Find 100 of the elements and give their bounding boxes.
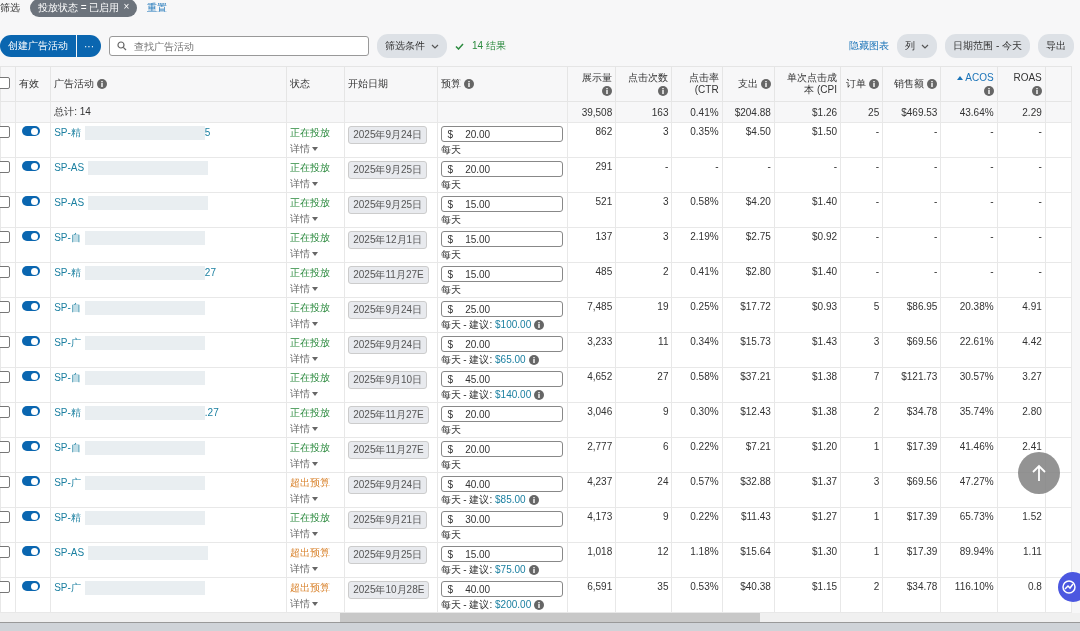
row-checkbox[interactable] [0, 441, 10, 453]
row-checkbox[interactable] [0, 406, 10, 418]
enabled-toggle[interactable] [22, 441, 41, 451]
suggested-budget-link[interactable]: $100.00 [495, 319, 532, 330]
budget-period: 每天 - 建议: [440, 354, 493, 365]
column-header[interactable]: 销售额 [894, 78, 925, 91]
budget-field[interactable]: $ 20.00 [440, 406, 563, 422]
campaign-link[interactable]: SP-自 [54, 372, 81, 383]
row-checkbox[interactable] [0, 581, 10, 593]
campaign-link[interactable]: 5 [204, 127, 211, 138]
export-button[interactable]: 导出 [1038, 34, 1074, 58]
enabled-toggle[interactable] [22, 161, 41, 171]
budget-field[interactable]: $ 15.00 [440, 266, 563, 282]
details-dropdown[interactable]: 详情 [290, 142, 311, 156]
details-dropdown[interactable]: 详情 [290, 597, 311, 611]
row-checkbox[interactable] [0, 301, 10, 313]
details-dropdown[interactable]: 详情 [290, 562, 311, 576]
filter-dropdown[interactable]: 筛选条件 [377, 34, 447, 58]
campaign-link[interactable]: SP-广 [54, 582, 81, 593]
enabled-toggle[interactable] [22, 231, 41, 241]
enabled-toggle[interactable] [22, 511, 41, 521]
details-dropdown[interactable]: 详情 [290, 422, 311, 436]
enabled-toggle[interactable] [22, 581, 41, 591]
details-dropdown[interactable]: 详情 [290, 317, 311, 331]
row-checkbox[interactable] [0, 161, 10, 173]
details-dropdown[interactable]: 详情 [290, 247, 311, 261]
enabled-toggle[interactable] [22, 301, 41, 311]
details-dropdown[interactable]: 详情 [290, 282, 311, 296]
suggested-budget-link[interactable]: $65.00 [495, 354, 526, 365]
row-checkbox[interactable] [0, 511, 10, 523]
budget-field[interactable]: $ 45.00 [440, 371, 563, 387]
campaign-link[interactable]: SP-AS [54, 196, 85, 208]
row-checkbox[interactable] [0, 266, 10, 278]
column-header[interactable]: 支出 [737, 78, 758, 91]
budget-field[interactable]: $ 20.00 [440, 161, 563, 177]
campaign-link[interactable]: .27 [204, 407, 219, 418]
campaign-link[interactable]: SP-自 [54, 232, 81, 243]
details-dropdown[interactable]: 详情 [290, 527, 311, 541]
budget-field[interactable]: $ 15.00 [440, 196, 563, 212]
row-checkbox[interactable] [0, 546, 10, 558]
campaign-link[interactable]: SP-精 [54, 407, 81, 418]
campaign-link[interactable]: SP-广 [54, 477, 81, 488]
budget-field[interactable]: $ 15.00 [440, 546, 563, 562]
budget-field[interactable]: $ 20.00 [440, 126, 563, 142]
details-dropdown[interactable]: 详情 [290, 212, 311, 226]
budget-field[interactable]: $ 20.00 [440, 336, 563, 352]
column-header[interactable]: ACOS [965, 72, 994, 85]
enabled-toggle[interactable] [22, 196, 41, 206]
row-checkbox[interactable] [0, 476, 10, 488]
suggested-budget-link[interactable]: $200.00 [495, 599, 532, 610]
suggested-budget-link[interactable]: $140.00 [495, 389, 532, 400]
reset-link[interactable]: 重置 [147, 1, 168, 15]
date-range-button[interactable]: 日期范围 - 今天 [945, 34, 1030, 58]
enabled-toggle[interactable] [22, 476, 41, 486]
campaign-link[interactable]: SP-广 [54, 337, 81, 348]
row-checkbox[interactable] [0, 196, 10, 208]
details-dropdown[interactable]: 详情 [290, 457, 311, 471]
hide-chart-link[interactable]: 隐藏图表 [849, 39, 890, 53]
column-header[interactable]: 广告活动 [54, 78, 95, 91]
horizontal-scrollbar[interactable] [0, 613, 1080, 622]
budget-field[interactable]: $ 25.00 [440, 301, 563, 317]
enabled-toggle[interactable] [22, 126, 41, 136]
row-checkbox[interactable] [0, 126, 10, 138]
row-checkbox[interactable] [0, 371, 10, 383]
row-checkbox[interactable] [0, 231, 10, 243]
create-campaign-button[interactable]: 创建广告活动 [0, 35, 76, 57]
campaign-link[interactable]: SP-自 [54, 302, 81, 313]
details-dropdown[interactable]: 详情 [290, 177, 311, 191]
campaign-link[interactable]: SP-AS [54, 546, 85, 558]
enabled-toggle[interactable] [22, 266, 41, 276]
campaign-link[interactable]: SP-精 [54, 127, 81, 138]
suggested-budget-link[interactable]: $85.00 [495, 494, 526, 505]
details-dropdown[interactable]: 详情 [290, 352, 311, 366]
filter-chip[interactable]: 投放状态 = 已启用 × [30, 0, 138, 17]
enabled-toggle[interactable] [22, 406, 41, 416]
column-header[interactable]: 预算 [440, 78, 461, 91]
campaign-link[interactable]: SP-精 [54, 512, 81, 523]
campaign-link[interactable]: 27 [204, 267, 216, 278]
budget-field[interactable]: $ 40.00 [440, 581, 563, 597]
budget-field[interactable]: $ 15.00 [440, 231, 563, 247]
column-header[interactable]: 订单 [846, 78, 867, 91]
campaign-link[interactable]: SP-AS [54, 161, 85, 173]
enabled-toggle[interactable] [22, 546, 41, 556]
campaign-link[interactable]: SP-精 [54, 267, 81, 278]
select-all-checkbox[interactable] [0, 76, 10, 89]
row-checkbox[interactable] [0, 336, 10, 348]
column-header[interactable]: 状态 [290, 78, 311, 91]
columns-dropdown[interactable]: 列 [897, 34, 938, 58]
details-dropdown[interactable]: 详情 [290, 387, 311, 401]
enabled-toggle[interactable] [22, 371, 41, 381]
budget-field[interactable]: $ 30.00 [440, 511, 563, 527]
budget-field[interactable]: $ 40.00 [440, 476, 563, 492]
campaign-link[interactable]: SP-自 [54, 442, 81, 453]
enabled-toggle[interactable] [22, 336, 41, 346]
more-button[interactable]: ··· [77, 35, 101, 57]
details-dropdown[interactable]: 详情 [290, 492, 311, 506]
search-field[interactable]: 查找广告活动 [109, 36, 369, 56]
suggested-budget-link[interactable]: $75.00 [495, 564, 526, 575]
column-header[interactable]: 开始日期 [348, 78, 389, 91]
budget-field[interactable]: $ 20.00 [440, 441, 563, 457]
